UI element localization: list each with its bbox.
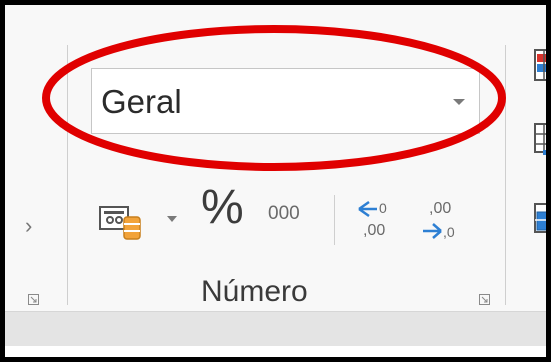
increase-decimal-icon[interactable]: 0 ,00 [355, 197, 399, 243]
number-buttons-separator [334, 195, 335, 245]
accounting-dropdown-arrow-icon[interactable] [167, 216, 177, 222]
chevron-down-icon[interactable] [453, 99, 465, 105]
format-as-table-icon[interactable] [533, 122, 551, 156]
number-format-dropdown[interactable]: Geral [91, 68, 480, 134]
cell-styles-icon[interactable] [533, 202, 551, 236]
svg-text:,00: ,00 [363, 222, 385, 239]
percent-style-button[interactable]: % [201, 183, 244, 233]
screenshot-frame: › Geral % 000 0 ,00 ,00 ,0 Número [0, 0, 551, 362]
ribbon-bottom-strip [5, 311, 546, 346]
number-group-label: Número [201, 275, 308, 308]
number-dialog-launcher-icon[interactable] [479, 294, 490, 305]
svg-text:0: 0 [379, 200, 387, 216]
number-format-value: Geral [101, 83, 182, 120]
decrease-decimal-icon[interactable]: ,00 ,0 [419, 197, 463, 243]
previous-group-dialog-launcher-icon[interactable] [28, 294, 39, 305]
svg-text:,00: ,00 [429, 200, 451, 217]
ribbon: › Geral % 000 0 ,00 ,00 ,0 Número [5, 5, 546, 311]
previous-group-fragment: › [25, 213, 33, 238]
group-separator-left [67, 45, 68, 305]
comma-style-button[interactable]: 000 [268, 203, 300, 225]
svg-text:,0: ,0 [443, 224, 455, 240]
group-separator-right [505, 45, 506, 305]
accounting-format-icon[interactable] [98, 201, 143, 241]
conditional-formatting-icon[interactable] [533, 48, 551, 82]
